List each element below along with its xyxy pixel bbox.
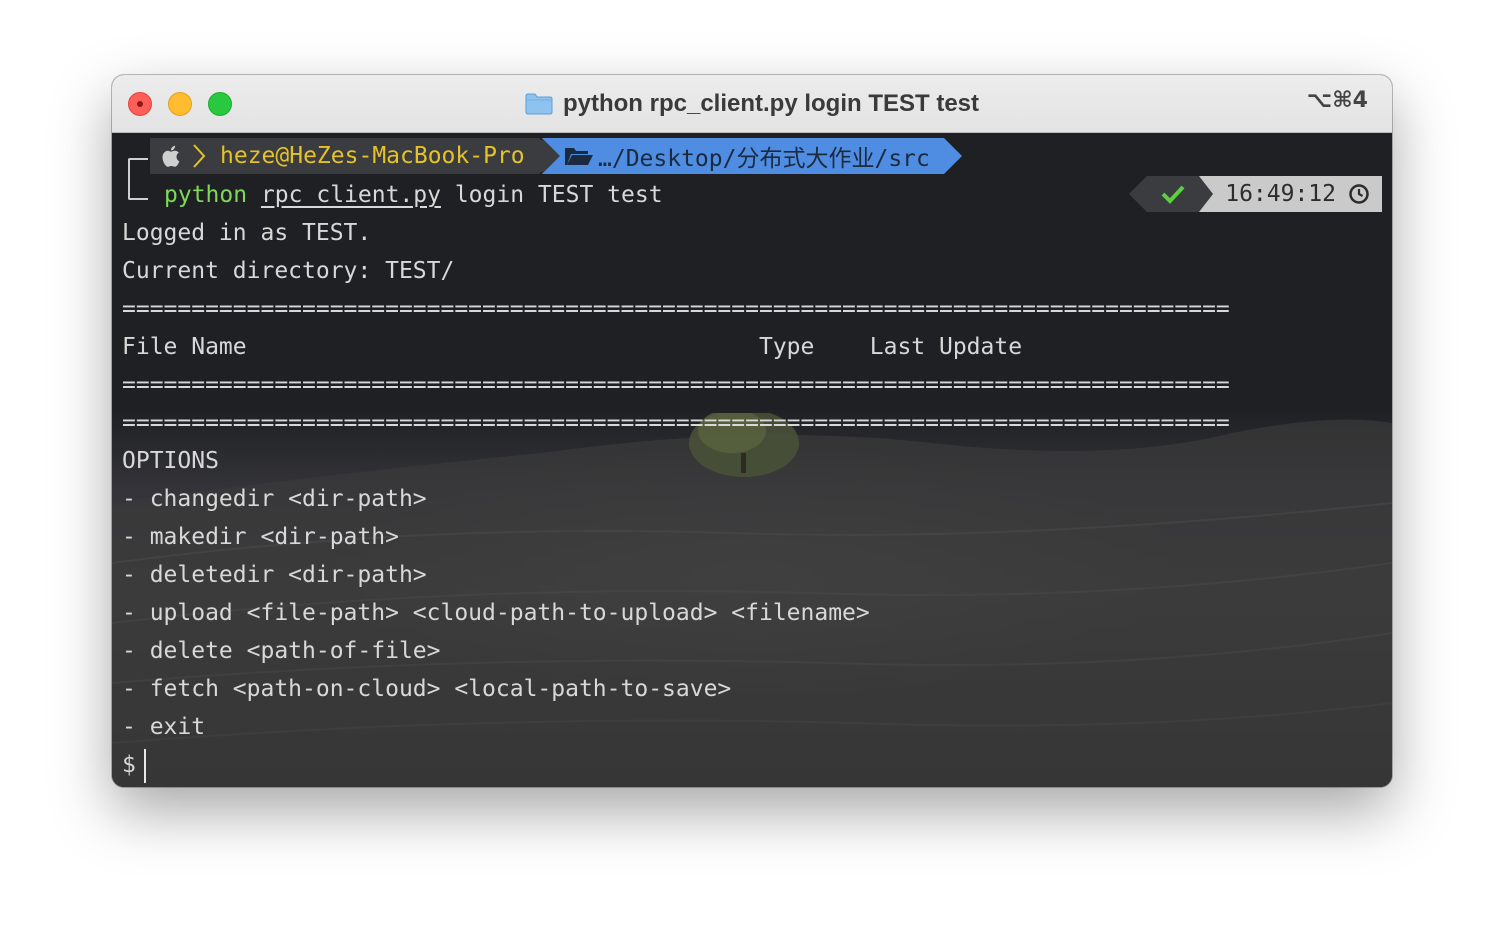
status-ok bbox=[1129, 176, 1200, 212]
option-item: - delete <path-of-file> bbox=[122, 638, 441, 664]
input-prompt: $ bbox=[122, 752, 136, 778]
prompt-path: …/Desktop/分布式大作业/src bbox=[598, 146, 930, 172]
output-line: Logged in as TEST. bbox=[122, 220, 372, 246]
terminal-output: python rpc_client.py login TEST test Log… bbox=[122, 133, 1230, 783]
prompt-host: heze@HeZes-MacBook-Pro bbox=[220, 143, 525, 169]
option-item: - makedir <dir-path> bbox=[122, 524, 399, 550]
prompt-path-segment: …/Desktop/分布式大作业/src bbox=[542, 138, 962, 174]
folder-icon bbox=[525, 93, 553, 114]
status-time-segment: 16:49:12 bbox=[1199, 176, 1382, 212]
option-item: - deletedir <dir-path> bbox=[122, 562, 427, 588]
folder-open-icon bbox=[565, 148, 593, 165]
prompt-status: 16:49:12 bbox=[1129, 176, 1382, 212]
output-line: Current directory: TEST/ bbox=[122, 258, 455, 284]
command-line: python rpc_client.py login TEST test bbox=[164, 176, 663, 214]
window-shortcut: ⌥⌘4 bbox=[1306, 88, 1368, 113]
check-icon bbox=[1161, 185, 1185, 204]
separator-line: ========================================… bbox=[122, 410, 1230, 436]
title-bar[interactable]: python rpc_client.py login TEST test ⌥⌘4 bbox=[112, 75, 1392, 133]
option-item: - upload <file-path> <cloud-path-to-uplo… bbox=[122, 600, 870, 626]
option-item: - changedir <dir-path> bbox=[122, 486, 427, 512]
window-title: python rpc_client.py login TEST test bbox=[562, 89, 980, 117]
clock-icon bbox=[1349, 184, 1369, 204]
option-item: - fetch <path-on-cloud> <local-path-to-s… bbox=[122, 676, 732, 702]
terminal-content[interactable]: heze@HeZes-MacBook-Pro …/Desktop/分布式大作业/… bbox=[112, 133, 1392, 787]
option-item: - exit bbox=[122, 714, 206, 740]
table-header: File Name Type Last Update bbox=[122, 334, 1023, 360]
command-args: login TEST test bbox=[454, 182, 663, 208]
terminal-window: python rpc_client.py login TEST test ⌥⌘4… bbox=[112, 75, 1392, 787]
command-file: rpc_client.py bbox=[260, 182, 441, 208]
separator-line: ========================================… bbox=[122, 372, 1230, 398]
separator-line: ========================================… bbox=[122, 296, 1230, 322]
command-program: python bbox=[164, 182, 248, 208]
prompt-host-segment: heze@HeZes-MacBook-Pro bbox=[150, 138, 557, 174]
options-heading: OPTIONS bbox=[122, 448, 219, 474]
status-time: 16:49:12 bbox=[1225, 181, 1336, 207]
input-line[interactable]: $ bbox=[122, 746, 146, 784]
text-cursor bbox=[143, 748, 146, 783]
